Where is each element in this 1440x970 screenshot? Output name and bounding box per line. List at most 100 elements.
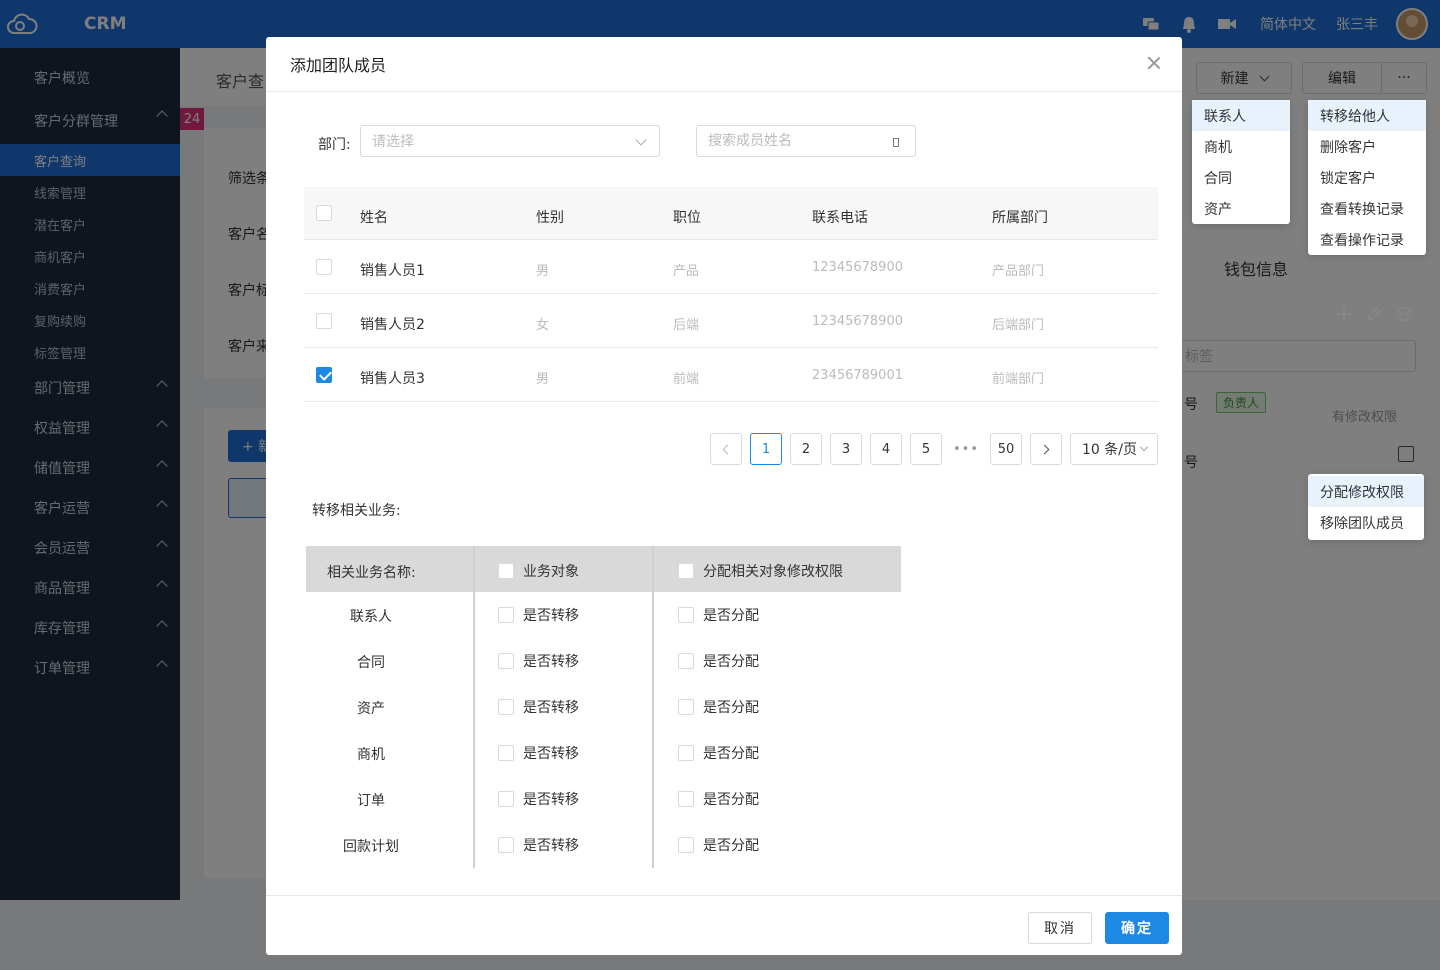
assign-option[interactable]: 是否分配 bbox=[678, 697, 759, 717]
member-table: 姓名 性别 职位 联系电话 所属部门 销售人员1 男 产品 1234567890… bbox=[304, 187, 1158, 402]
transfer-option-label: 是否转移 bbox=[523, 700, 579, 716]
assign-checkbox[interactable] bbox=[678, 791, 694, 807]
page-size-label: 10 条/页 bbox=[1082, 442, 1137, 458]
member-dept: 产品部门 bbox=[992, 264, 1045, 279]
assign-option[interactable]: 是否分配 bbox=[678, 743, 759, 763]
assign-option[interactable]: 是否分配 bbox=[678, 605, 759, 625]
transfer-row: 资产 是否转移 是否分配 bbox=[306, 684, 901, 730]
row-checkbox[interactable] bbox=[316, 259, 332, 275]
transfer-option-label: 是否转移 bbox=[523, 746, 579, 762]
assign-checkbox[interactable] bbox=[678, 699, 694, 715]
column-header: 职位 bbox=[673, 210, 701, 226]
transfer-checkbox[interactable] bbox=[498, 791, 514, 807]
department-placeholder: 请选择 bbox=[372, 134, 414, 150]
page-button[interactable]: 5 bbox=[910, 433, 942, 465]
search-input[interactable] bbox=[697, 126, 877, 156]
next-page-button[interactable] bbox=[1030, 433, 1062, 465]
member-name: 销售人员2 bbox=[360, 317, 425, 333]
menu-item-lock[interactable]: 锁定客户 bbox=[1308, 162, 1426, 193]
transfer-option[interactable]: 是否转移 bbox=[498, 697, 579, 717]
assign-checkbox[interactable] bbox=[678, 837, 694, 853]
edit-icon[interactable] bbox=[1366, 306, 1382, 322]
page-button[interactable]: 1 bbox=[750, 433, 782, 465]
menu-item-transfer[interactable]: 转移给他人 bbox=[1308, 100, 1426, 131]
assign-checkbox[interactable] bbox=[678, 653, 694, 669]
page-button[interactable]: 3 bbox=[830, 433, 862, 465]
transfer-option-label: 是否转移 bbox=[523, 792, 579, 808]
menu-item-operation-log[interactable]: 查看操作记录 bbox=[1308, 224, 1426, 255]
assign-checkbox[interactable] bbox=[678, 607, 694, 623]
page-button[interactable]: 50 bbox=[990, 433, 1022, 465]
transfer-header-col2: 分配相关对象修改权限 bbox=[678, 561, 843, 581]
page-size-select[interactable]: 10 条/页 bbox=[1070, 433, 1158, 465]
plus-icon[interactable] bbox=[1336, 306, 1352, 322]
assign-option-label: 是否分配 bbox=[703, 608, 759, 624]
member-search[interactable] bbox=[696, 125, 916, 157]
select-all-checkbox[interactable] bbox=[316, 205, 332, 221]
menu-item-assign-permission[interactable]: 分配修改权限 bbox=[1308, 476, 1424, 507]
member-position: 后端 bbox=[673, 318, 700, 333]
transfer-header-col1: 业务对象 bbox=[498, 561, 579, 581]
page-ellipsis[interactable]: ••• bbox=[950, 433, 982, 465]
transfer-option[interactable]: 是否转移 bbox=[498, 835, 579, 855]
modal-title: 添加团队成员 bbox=[290, 56, 387, 75]
transfer-name: 商机 bbox=[357, 747, 385, 763]
comment-icon[interactable] bbox=[1396, 306, 1412, 322]
menu-item-delete[interactable]: 删除客户 bbox=[1308, 131, 1426, 162]
transfer-row: 订单 是否转移 是否分配 bbox=[306, 776, 901, 822]
menu-item-convert-log[interactable]: 查看转换记录 bbox=[1308, 193, 1426, 224]
assign-option[interactable]: 是否分配 bbox=[678, 835, 759, 855]
modal-footer: 取消 确定 bbox=[266, 895, 1182, 955]
table-row[interactable]: 销售人员1 男 产品 12345678900 产品部门 bbox=[304, 240, 1158, 294]
cancel-button[interactable]: 取消 bbox=[1028, 912, 1092, 944]
row-checkbox[interactable] bbox=[316, 367, 332, 383]
transfer-option-label: 是否转移 bbox=[523, 654, 579, 670]
more-dropdown: 转移给他人 删除客户 锁定客户 查看转换记录 查看操作记录 bbox=[1308, 100, 1426, 255]
transfer-checkbox[interactable] bbox=[498, 699, 514, 715]
table-row[interactable]: 销售人员3 男 前端 23456789001 前端部门 bbox=[304, 348, 1158, 402]
menu-item-contract[interactable]: 合同 bbox=[1192, 162, 1290, 193]
ok-button[interactable]: 确定 bbox=[1105, 912, 1169, 944]
select-all-assign-checkbox[interactable] bbox=[678, 563, 694, 579]
search-icon[interactable] bbox=[893, 138, 899, 147]
member-gender: 男 bbox=[536, 264, 550, 279]
transfer-name: 联系人 bbox=[350, 609, 392, 625]
select-all-transfer-checkbox[interactable] bbox=[498, 563, 514, 579]
transfer-option[interactable]: 是否转移 bbox=[498, 789, 579, 809]
department-select[interactable]: 请选择 bbox=[360, 125, 660, 157]
member-position: 前端 bbox=[673, 372, 700, 387]
panel-actions bbox=[1336, 306, 1412, 322]
transfer-option[interactable]: 是否转移 bbox=[498, 743, 579, 763]
menu-item-remove-member[interactable]: 移除团队成员 bbox=[1308, 507, 1424, 538]
menu-item-contact[interactable]: 联系人 bbox=[1192, 100, 1290, 131]
assign-option-label: 是否分配 bbox=[703, 746, 759, 762]
column-header: 姓名 bbox=[360, 210, 388, 226]
assign-option[interactable]: 是否分配 bbox=[678, 789, 759, 809]
close-icon[interactable] bbox=[1146, 55, 1162, 71]
menu-item-asset[interactable]: 资产 bbox=[1192, 193, 1290, 224]
chevron-right-icon bbox=[1039, 444, 1050, 454]
transfer-option[interactable]: 是否转移 bbox=[498, 605, 579, 625]
page-button[interactable]: 2 bbox=[790, 433, 822, 465]
table-row[interactable]: 销售人员2 女 后端 12345678900 后端部门 bbox=[304, 294, 1158, 348]
page-button[interactable]: 4 bbox=[870, 433, 902, 465]
transfer-row: 回款计划 是否转移 是否分配 bbox=[306, 822, 901, 868]
transfer-checkbox[interactable] bbox=[498, 607, 514, 623]
column-header: 所属部门 bbox=[992, 210, 1048, 226]
transfer-checkbox[interactable] bbox=[498, 653, 514, 669]
member-name: 销售人员1 bbox=[360, 263, 425, 279]
add-member-modal: 添加团队成员 部门: 请选择 姓名 性别 职位 联系电话 所属部门 销售人员1 … bbox=[266, 37, 1182, 955]
row-checkbox[interactable] bbox=[316, 313, 332, 329]
table-header: 姓名 性别 职位 联系电话 所属部门 bbox=[304, 187, 1158, 240]
transfer-name: 回款计划 bbox=[343, 839, 399, 855]
transfer-checkbox[interactable] bbox=[498, 837, 514, 853]
assign-option[interactable]: 是否分配 bbox=[678, 651, 759, 671]
transfer-row: 合同 是否转移 是否分配 bbox=[306, 638, 901, 684]
prev-page-button[interactable] bbox=[710, 433, 742, 465]
transfer-checkbox[interactable] bbox=[498, 745, 514, 761]
transfer-option[interactable]: 是否转移 bbox=[498, 651, 579, 671]
transfer-header: 相关业务名称: 业务对象 分配相关对象修改权限 bbox=[306, 546, 901, 592]
assign-checkbox[interactable] bbox=[678, 745, 694, 761]
member-name: 销售人员3 bbox=[360, 371, 425, 387]
menu-item-opportunity[interactable]: 商机 bbox=[1192, 131, 1290, 162]
